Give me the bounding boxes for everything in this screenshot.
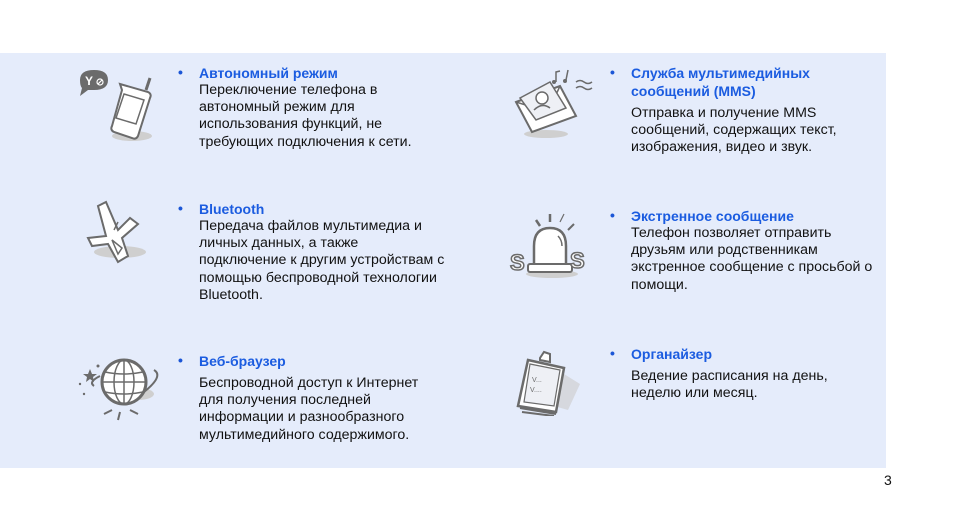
svg-text:V...: V... [532, 377, 542, 384]
bullet: • [610, 207, 615, 223]
feature-title: Автономный режим [199, 65, 338, 81]
feature-title: Веб-браузер [199, 353, 286, 369]
svg-text:V....: V.... [530, 387, 542, 394]
bluetooth-icon [78, 200, 152, 270]
svg-text:Y: Y [85, 74, 93, 88]
feature-description: Ведение расписания на день, неделю или м… [631, 368, 828, 402]
feature-text: Bluetooth Передача файлов мультимедиа и … [199, 200, 459, 304]
bullet: • [178, 352, 183, 368]
feature-title: Служба мультимедийных сообщений (MMS) [631, 65, 810, 99]
bullet: • [610, 64, 615, 80]
feature-text: Экстренное сообщение Телефон позволяет о… [631, 207, 891, 294]
feature-description: Переключение телефона в автономный режим… [199, 82, 412, 150]
feature-text: Автономный режим Переключение телефона в… [199, 64, 459, 151]
feature-description: Передача файлов мультимедиа и личных дан… [199, 218, 445, 303]
mms-envelope-icon [510, 68, 596, 142]
bullet: • [610, 345, 615, 361]
globe-icon [74, 352, 164, 422]
sos-alarm-icon: S S [508, 210, 592, 280]
feature-text: Веб-браузер Беспроводной доступ к Интерн… [199, 352, 459, 444]
feature-description: Отправка и получение MMS сообщений, соде… [631, 105, 837, 156]
bullet: • [178, 64, 183, 80]
page-number: 3 [884, 472, 892, 488]
svg-text:S: S [510, 250, 525, 275]
svg-text:S: S [570, 248, 585, 273]
feature-title: Bluetooth [199, 201, 265, 217]
bullet: • [178, 200, 183, 216]
clipboard-icon: V... V.... [514, 350, 584, 416]
feature-title: Органайзер [631, 346, 713, 362]
phone-offline-icon: Y [72, 68, 158, 146]
feature-text: Органайзер Ведение расписания на день, н… [631, 345, 891, 402]
feature-description: Телефон позволяет отправить друзьям или … [631, 225, 873, 293]
feature-text: Служба мультимедийных сообщений (MMS) От… [631, 64, 891, 157]
feature-description: Беспроводной доступ к Интернет для получ… [199, 375, 419, 443]
feature-title: Экстренное сообщение [631, 208, 794, 224]
